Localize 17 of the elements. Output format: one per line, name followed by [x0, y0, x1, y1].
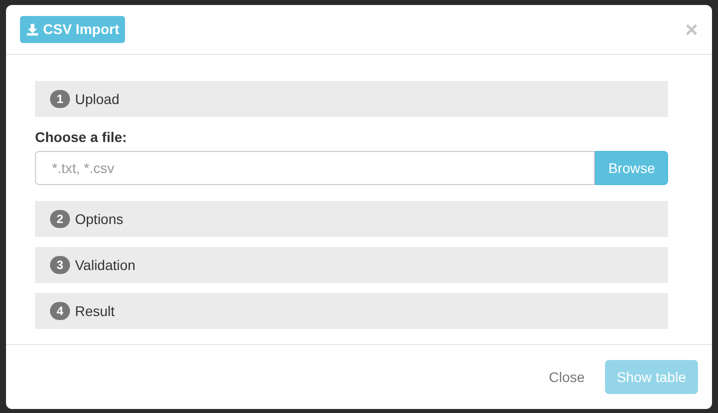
step-header[interactable]: 2 Options: [35, 201, 668, 237]
field-label: Choose a file:: [35, 128, 128, 147]
step-label: Upload: [75, 90, 120, 109]
step-number: 2: [50, 210, 70, 228]
step-number: 4: [50, 302, 70, 320]
step-number: 3: [50, 256, 70, 274]
step-label: Result: [75, 302, 115, 320]
download-icon: [26, 23, 39, 36]
close-link[interactable]: Close: [546, 366, 587, 388]
step-number: 1: [50, 90, 70, 108]
dialog-title: CSV Import: [20, 16, 126, 43]
step-header[interactable]: 3 Validation: [35, 247, 668, 283]
step-label: Options: [75, 210, 124, 229]
step-header[interactable]: 1 Upload: [35, 81, 668, 117]
step-label: Validation: [75, 256, 136, 274]
step-header[interactable]: 4 Result: [35, 293, 668, 329]
file-input[interactable]: *.txt, *.csv: [35, 151, 596, 185]
